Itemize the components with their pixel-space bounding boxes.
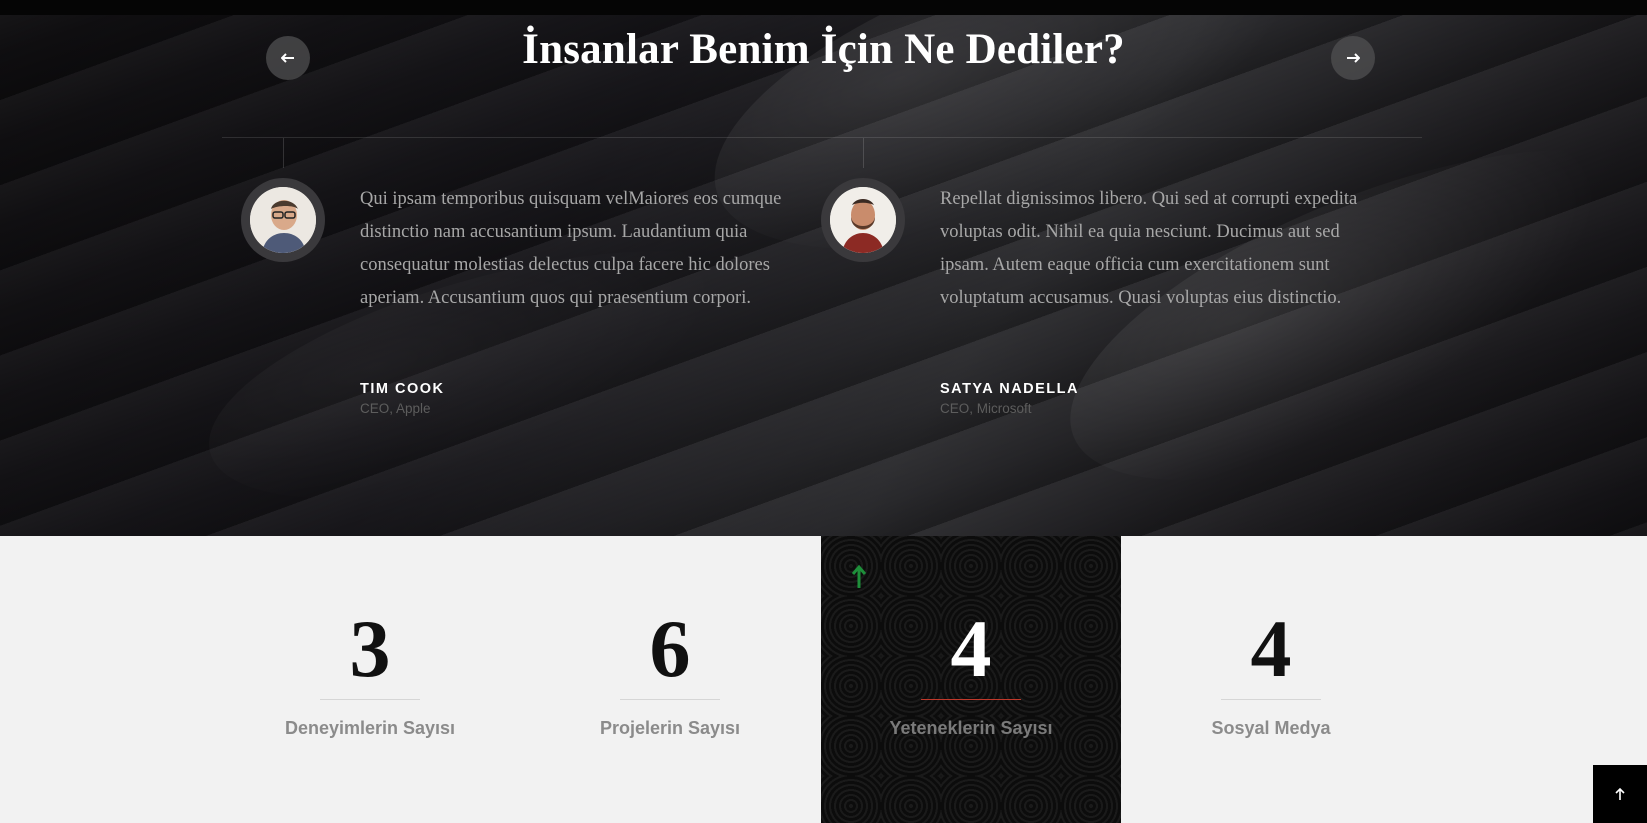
stat-value: 3 [349,603,391,694]
section-title: İnsanlar Benim İçin Ne Dediler? [522,26,1125,73]
stat-label: Projelerin Sayısı [599,718,741,738]
testimonial-name: SATYA NADELLA [940,381,1079,397]
arrow-up-icon [1615,787,1625,800]
stat-divider [320,699,420,700]
testimonial-avatar [241,178,325,262]
testimonial-quote: Qui ipsam temporibus quisquam velMaiores… [360,189,782,308]
arrow-right-icon [1347,53,1360,63]
arrow-left-icon [281,53,294,63]
testimonial-role: CEO, Microsoft [940,401,1032,416]
stat-label: Deneyimlerin Sayısı [284,718,456,738]
stat-label: Yeteneklerin Sayısı [889,718,1053,738]
stat-card-social-media: 4 Sosyal Medya [1121,536,1421,823]
top-bar [0,0,1647,15]
testimonial-avatar [821,178,905,262]
divider-tick [863,138,864,168]
stat-card-experiences: 3 Deneyimlerin Sayısı [220,536,520,823]
testimonials-section: İnsanlar Benim İçin Ne Dediler? Qui ipsa… [0,15,1647,536]
stat-value: 4 [950,603,992,694]
stat-label: Sosyal Medya [1211,718,1331,738]
stat-value: 4 [1250,603,1292,694]
stat-divider [921,699,1021,700]
scroll-to-top-button[interactable] [1593,765,1647,823]
testimonial-role: CEO, Apple [360,401,431,416]
person-avatar [250,187,316,253]
prev-button[interactable] [266,36,310,80]
stat-value: 6 [649,603,691,694]
stats-section: 3 Deneyimlerin Sayısı 6 Projelerin Sayıs… [0,536,1647,823]
stat-divider [620,699,720,700]
arrow-up-icon [851,564,867,588]
stat-card-projects: 6 Projelerin Sayısı [520,536,820,823]
next-button[interactable] [1331,36,1375,80]
testimonial-quote: Repellat dignissimos libero. Qui sed at … [940,189,1358,308]
divider-tick [283,138,284,168]
stat-divider [1221,699,1321,700]
person-avatar [830,187,896,253]
testimonial-name: TIM COOK [360,381,445,397]
divider [222,137,1422,138]
